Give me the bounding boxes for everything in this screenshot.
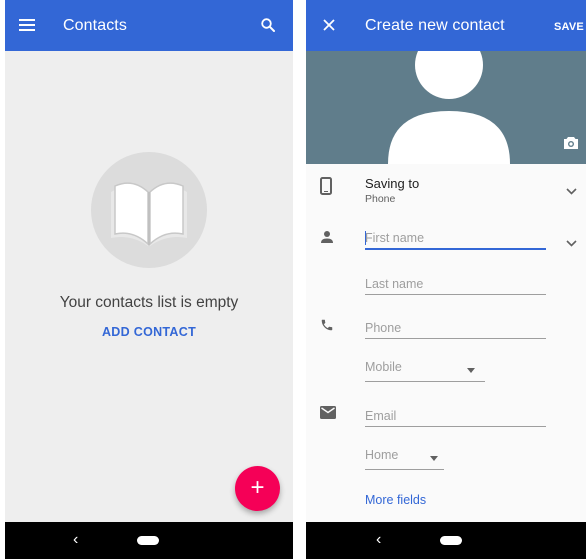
text-cursor: [365, 231, 366, 245]
last-name-field[interactable]: [365, 273, 546, 295]
add-contact-fab[interactable]: +: [235, 466, 280, 511]
first-name-field[interactable]: [365, 228, 546, 250]
nav-back-button[interactable]: ‹: [73, 531, 78, 549]
open-book-icon: [111, 182, 187, 246]
close-icon[interactable]: [322, 18, 336, 32]
email-field[interactable]: [365, 405, 546, 427]
add-contact-button[interactable]: ADD CONTACT: [5, 325, 293, 339]
person-icon: [320, 230, 334, 244]
email-type-dropdown[interactable]: Home: [365, 448, 444, 470]
nav-back-button[interactable]: ‹: [376, 531, 381, 549]
system-nav-bar: ‹: [5, 522, 293, 559]
save-button[interactable]: SAVE: [554, 21, 584, 33]
hamburger-menu-icon[interactable]: [18, 17, 36, 33]
contacts-screen: Contacts Your contacts list is empty ADD…: [5, 0, 293, 559]
chevron-down-icon[interactable]: [566, 182, 577, 200]
more-fields-link[interactable]: More fields: [365, 493, 426, 507]
system-nav-bar: ‹: [306, 522, 586, 559]
app-title: Create new contact: [365, 17, 505, 34]
dropdown-arrow-icon: [467, 368, 475, 373]
saving-to-value[interactable]: Phone: [365, 193, 395, 205]
create-contact-screen: Create new contact SAVE Saving to Phone …: [306, 0, 586, 559]
email-type-value: Home: [365, 448, 399, 462]
saving-to-label: Saving to: [365, 176, 420, 191]
phone-type-dropdown[interactable]: Mobile: [365, 360, 485, 382]
contact-photo-area[interactable]: [306, 51, 586, 164]
phone-device-icon: [320, 177, 332, 195]
add-icon: +: [250, 474, 265, 501]
create-contact-app-bar: Create new contact SAVE: [306, 0, 586, 51]
dropdown-arrow-icon: [430, 456, 438, 461]
phone-field[interactable]: [365, 317, 546, 339]
phone-type-value: Mobile: [365, 360, 402, 374]
search-icon[interactable]: [260, 17, 276, 33]
contacts-app-bar: Contacts: [5, 0, 293, 51]
empty-state-message: Your contacts list is empty: [59, 294, 239, 311]
phone-icon: [320, 318, 334, 332]
nav-home-button[interactable]: [137, 536, 159, 545]
empty-state-illustration: [91, 152, 207, 268]
nav-home-button[interactable]: [440, 536, 462, 545]
app-title: Contacts: [63, 17, 127, 34]
camera-icon[interactable]: [563, 136, 579, 150]
expand-name-chevron-icon[interactable]: [566, 234, 577, 252]
person-silhouette-icon: [388, 51, 510, 164]
email-icon: [320, 406, 336, 419]
